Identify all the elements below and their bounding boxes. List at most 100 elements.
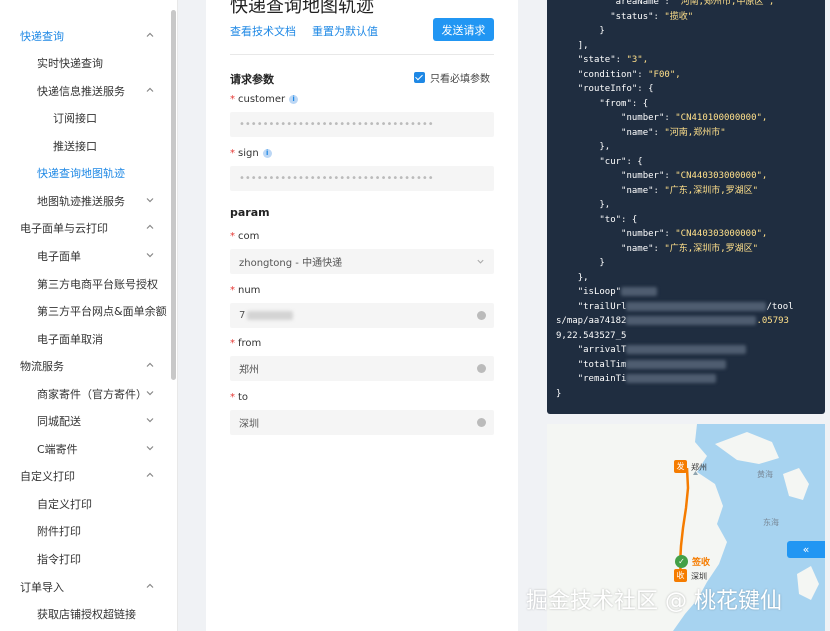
code-value: "广东,深圳市,罗湖区" (664, 185, 759, 196)
code-key: "routeInfo" (577, 84, 638, 94)
clear-icon[interactable] (477, 364, 486, 373)
from-value: 郑州 (239, 365, 259, 376)
sign-input[interactable]: ••••••••••••••••••••••••••••••••• (230, 166, 494, 191)
info-icon[interactable]: i (289, 95, 299, 104)
code-line: "name": "广东,深圳市,罗湖区" (621, 243, 759, 254)
sidebar-item[interactable]: 快递信息推送服务 (0, 77, 170, 104)
sidebar-item[interactable]: 自定义打印 (0, 462, 170, 489)
customer-label: * customer i (230, 94, 299, 105)
sidebar-item-label: 物流服务 (20, 359, 64, 373)
from-label-text: from (238, 338, 262, 349)
chevron-up-icon (146, 362, 154, 367)
sidebar-scrollbar[interactable] (171, 10, 176, 380)
from-input[interactable]: 郑州 (230, 356, 494, 381)
to-badge: 收 (674, 569, 687, 582)
to-input[interactable]: 深圳 (230, 410, 494, 435)
sidebar-item-label: 自定义打印 (20, 469, 75, 483)
code-value: .05793 (756, 316, 789, 326)
sidebar-item-label: 商家寄件（官方寄件） (37, 387, 147, 401)
sidebar-item[interactable]: 地图轨迹推送服务 (0, 187, 170, 214)
code-value: /tool (766, 301, 794, 312)
customer-input[interactable]: ••••••••••••••••••••••••••••••••• (230, 112, 494, 137)
code-key: "from" (599, 98, 632, 109)
response-code-panel[interactable]: "areaName": "河南,郑州市,中原区", "status": "揽收"… (547, 0, 825, 414)
clear-icon[interactable] (477, 418, 486, 427)
only-required-checkbox[interactable] (414, 72, 425, 83)
code-key: "name" (621, 185, 654, 196)
sidebar-item[interactable]: 物流服务 (0, 352, 170, 379)
from-city-label: 郑州 (691, 463, 707, 472)
only-required-toggle[interactable]: 只看必填参数 (414, 70, 490, 85)
clear-icon[interactable] (477, 311, 486, 320)
sidebar-item[interactable]: 电子面单与云打印 (0, 214, 170, 241)
sidebar-item-label: 获取店铺授权超链接 (37, 607, 136, 621)
redacted-blur (626, 374, 717, 383)
sidebar-item[interactable]: 电子面单 (0, 242, 170, 269)
code-key: "areaName" (610, 0, 665, 7)
sidebar-nav: 快递查询实时快递查询 快递信息推送服务 订阅接口 推送接口 快递查询地图轨迹 地图轨迹推送… (0, 0, 178, 631)
code-token: }, (599, 142, 611, 152)
code-line: "number": "CN410100000000", (621, 113, 768, 123)
check-icon: ✓ (675, 555, 688, 568)
page-title: 快递查询地图轨迹 (230, 0, 374, 17)
com-select[interactable]: zhongtong - 中通快递 (230, 249, 494, 274)
code-line: }, (556, 271, 794, 286)
code-key: "remainTi (577, 374, 627, 384)
chevron-up-icon (146, 224, 154, 229)
com-label: * com (230, 231, 259, 242)
num-input[interactable]: 7 (230, 303, 494, 328)
code-key: "number" (621, 229, 665, 239)
sidebar-item[interactable]: 商家寄件（官方寄件） (0, 380, 170, 407)
sidebar-item[interactable]: 指令打印 (0, 545, 170, 572)
code-line: }, (556, 198, 794, 213)
code-line: "remainTi (556, 372, 794, 387)
chevron-up-icon (146, 472, 154, 477)
code-value: "CN440303000000", (675, 171, 768, 181)
sidebar-item[interactable]: 订单导入 (0, 573, 170, 600)
request-params-heading: 请求参数 (230, 73, 274, 86)
sidebar-item-label: 电子面单取消 (37, 332, 103, 346)
sidebar-item[interactable]: 电子面单取消 (0, 325, 170, 352)
sidebar-item[interactable]: 第三方平台网点&面单余额 (0, 297, 170, 324)
reset-defaults-link[interactable]: 重置为默认值 (312, 23, 378, 39)
sidebar-item[interactable]: 获取店铺授权超链接 (0, 600, 170, 627)
sidebar-item-label: 电子面单与云打印 (20, 221, 108, 235)
code-key: "totalTim (577, 359, 627, 370)
code-key: "name" (621, 243, 654, 254)
sidebar-item[interactable]: 实时快递查询 (0, 49, 170, 76)
code-line: "areaName": "河南,郑州市,中原区", (556, 0, 794, 10)
sidebar-item[interactable]: 快递查询地图轨迹 (0, 159, 170, 186)
sidebar-item[interactable]: 自定义打印 (0, 490, 170, 517)
sidebar-item[interactable]: 快递查询 (0, 22, 170, 49)
code-key: "number" (621, 171, 665, 181)
sea-label: 东海 (763, 518, 779, 527)
sign-label: * sign i (230, 148, 272, 159)
only-required-label: 只看必填参数 (430, 74, 490, 85)
info-icon[interactable]: i (262, 149, 272, 158)
code-key: "name" (621, 127, 654, 138)
sidebar-item-label: 快递查询 (20, 29, 64, 43)
code-line: "routeInfo": { (577, 84, 654, 94)
code-key: "status" (610, 11, 654, 22)
sidebar-item[interactable]: 推送接口 (0, 132, 170, 159)
sidebar-item[interactable]: C端寄件 (0, 435, 170, 462)
collapse-panel-button[interactable]: « (787, 541, 825, 558)
code-line: "trailUrl/tool (556, 300, 794, 315)
sea-label: 黄海 (757, 470, 773, 479)
chevron-down-icon (146, 198, 154, 203)
send-request-button[interactable]: 发送请求 (433, 18, 494, 41)
redacted-blur (626, 316, 757, 325)
sidebar-item[interactable]: 同城配送 (0, 407, 170, 434)
code-key: "trailUrl (577, 301, 627, 312)
sidebar-item-label: 第三方平台网点&面单余额 (37, 304, 167, 318)
view-docs-link[interactable]: 查看技术文档 (230, 23, 296, 39)
chevron-down-icon (477, 259, 484, 264)
to-label: * to (230, 392, 248, 403)
sidebar-item[interactable]: 附件打印 (0, 517, 170, 544)
code-line: "totalTim (556, 358, 794, 373)
sidebar-item[interactable]: 订阅接口 (0, 104, 170, 131)
code-value: { (648, 84, 654, 94)
code-line: "status": "揽收" (610, 11, 694, 22)
sidebar-item[interactable]: 第三方电商平台账号授权 (0, 270, 170, 297)
code-token: }, (599, 200, 611, 210)
